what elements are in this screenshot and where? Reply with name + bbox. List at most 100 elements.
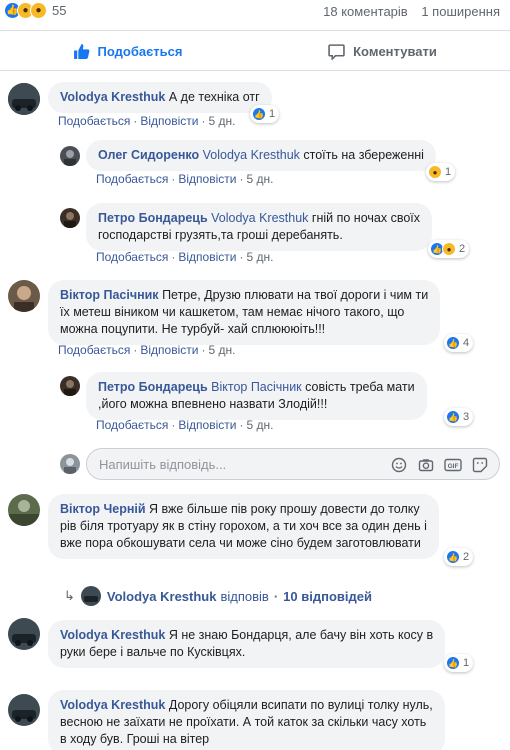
comment-button[interactable]: Коментувати: [255, 34, 510, 68]
avatar[interactable]: [8, 494, 40, 526]
reply-link[interactable]: Відповісти: [140, 114, 198, 128]
comment-bubble: Віктор Черній Я вже більше пів року прош…: [48, 494, 439, 559]
reply-arrow-icon: ↳: [64, 588, 75, 603]
comment-text-line: їх метеш віником чи кашкетом, там немає …: [60, 305, 405, 319]
comment-bubble: Петро Бондарець Volodya Kresthuk гній по…: [86, 203, 433, 251]
like-link[interactable]: Подобається: [96, 172, 168, 186]
like-icon: 👍: [446, 410, 460, 424]
comment-button-label: Коментувати: [353, 43, 437, 59]
comment-text: стоїть на збереженні: [303, 148, 424, 162]
mention[interactable]: Volodya Kresthuk: [211, 211, 308, 225]
reaction-count: 2: [463, 551, 470, 563]
comment-text: А де техніка отг: [168, 90, 260, 104]
camera-icon[interactable]: [417, 456, 435, 474]
comment-meta: Подобається · Відповісти · 5 дн.: [58, 114, 236, 128]
comment-bubble: Volodya Kresthuk А де техніка отг: [48, 82, 272, 113]
comment-text-line: руки бере і вальче по Кусківцях.: [60, 645, 246, 659]
mention[interactable]: Volodya Kresthuk: [203, 148, 300, 162]
comment-icon: [328, 43, 345, 60]
comment-text-line: Я не знаю Бондарця, але бачу він хоть ко…: [168, 628, 434, 642]
avatar[interactable]: [8, 694, 40, 726]
gif-icon[interactable]: GIF: [444, 456, 462, 474]
timestamp[interactable]: 5 дн.: [208, 343, 235, 357]
divider: [0, 30, 510, 31]
comment-meta: Подобається · Відповісти · 5 дн.: [58, 343, 236, 357]
reply-link[interactable]: Відповісти: [140, 343, 198, 357]
post-counts: 18 коментарів 1 поширення: [323, 4, 500, 19]
reply-input-placeholder: Напишіть відповідь...: [99, 456, 227, 472]
reaction-count: 1: [445, 166, 452, 178]
comment-text-line: в ходу був. Гроші на вітер: [60, 732, 210, 746]
reply-link[interactable]: Відповісти: [178, 172, 236, 186]
avatar[interactable]: [8, 83, 40, 115]
reply-link[interactable]: Відповісти: [178, 250, 236, 264]
comment-text-line: Петре, Друзю плювати на твої дороги і чи…: [162, 288, 429, 302]
comment-reactions[interactable]: ● 1: [426, 163, 456, 181]
comment-bubble: Volodya Kresthuk Я не знаю Бондарця, але…: [48, 620, 446, 668]
divider: [0, 70, 510, 71]
comments-count[interactable]: 18 коментарів: [323, 4, 408, 19]
comment-reactions[interactable]: 👍 1: [444, 654, 474, 672]
view-replies-link[interactable]: ↳ Volodya Kresthuk відповів · 10 відпові…: [64, 586, 372, 606]
comment-reactions[interactable]: 👍 2: [444, 548, 474, 566]
comment-bubble: Петро Бондарець Віктор Пасічник совість …: [86, 372, 427, 420]
comment-text-line: господарстві грузять,та гроші деребанять…: [98, 228, 343, 242]
comment-author[interactable]: Віктор Черній: [60, 502, 146, 516]
post-stats-bar: 👍 ● ● 55 18 коментарів 1 поширення: [0, 0, 510, 26]
reaction-summary[interactable]: 👍 ● ● 55: [4, 2, 66, 19]
like-icon: 👍: [446, 656, 460, 670]
comment-meta: Подобається · Відповісти · 5 дн.: [96, 418, 274, 432]
like-button-label: Подобається: [97, 43, 183, 59]
shares-count[interactable]: 1 поширення: [421, 4, 500, 19]
wow-icon: ●: [442, 242, 456, 256]
comment-author[interactable]: Петро Бондарець: [98, 380, 208, 394]
comment-bubble: Віктор Пасічник Петре, Друзю плювати на …: [48, 280, 441, 345]
comment-text-line: Дорогу обіцяли всипати по вулиці толку н…: [168, 698, 433, 712]
replies-count: 10 відповідей: [283, 588, 372, 604]
timestamp[interactable]: 5 дн.: [246, 250, 273, 264]
comment-author[interactable]: Volodya Kresthuk: [60, 698, 165, 712]
replies-action: відповів: [220, 588, 269, 604]
comment-author[interactable]: Олег Сидоренко: [98, 148, 199, 162]
like-link[interactable]: Подобається: [96, 418, 168, 432]
timestamp[interactable]: 5 дн.: [246, 418, 273, 432]
avatar[interactable]: [60, 376, 80, 396]
reaction-count: 3: [463, 411, 470, 423]
comment-author[interactable]: Петро Бондарець: [98, 211, 208, 225]
like-button[interactable]: Подобається: [0, 34, 255, 68]
timestamp[interactable]: 5 дн.: [246, 172, 273, 186]
sad-icon: ●: [30, 2, 47, 19]
mention[interactable]: Віктор Пасічник: [211, 380, 302, 394]
haha-icon: ●: [428, 165, 442, 179]
avatar[interactable]: [8, 618, 40, 650]
comment-author[interactable]: Віктор Пасічник: [60, 288, 159, 302]
emoji-icon[interactable]: [390, 456, 408, 474]
comment-author[interactable]: Volodya Kresthuk: [60, 628, 165, 642]
comment-text-line: совість треба мати: [305, 380, 415, 394]
like-link[interactable]: Подобається: [96, 250, 168, 264]
comment-reactions[interactable]: 👍 ● 2: [428, 240, 470, 258]
comment-reactions[interactable]: 👍 4: [444, 334, 474, 352]
reply-input[interactable]: Напишіть відповідь... GIF: [86, 448, 500, 480]
reply-link[interactable]: Відповісти: [178, 418, 236, 432]
like-link[interactable]: Подобається: [58, 343, 130, 357]
comment-reactions[interactable]: 👍 1: [250, 105, 280, 123]
sticker-icon[interactable]: [471, 456, 489, 474]
comment-text-line: можна поцупити. Не турбуй- хай сплюююіть…: [60, 322, 326, 336]
comment-text-line: ,його можна впевнено назвати Злодій!!!: [98, 397, 328, 411]
timestamp[interactable]: 5 дн.: [208, 114, 235, 128]
avatar[interactable]: [60, 208, 80, 228]
reply-tools: GIF: [381, 456, 489, 474]
avatar[interactable]: [60, 146, 80, 166]
comment-author[interactable]: Volodya Kresthuk: [60, 90, 165, 104]
reaction-count: 55: [52, 3, 67, 18]
like-icon: [73, 43, 90, 60]
comment-reactions[interactable]: 👍 3: [444, 408, 474, 426]
like-icon: 👍: [446, 336, 460, 350]
reaction-count: 1: [269, 108, 276, 120]
avatar[interactable]: [8, 280, 40, 312]
comment-bubble: Олег Сидоренко Volodya Kresthuk стоїть н…: [86, 140, 436, 171]
reaction-count: 1: [463, 657, 470, 669]
comment-text-line: гній по ночах своїх: [311, 211, 421, 225]
like-link[interactable]: Подобається: [58, 114, 130, 128]
